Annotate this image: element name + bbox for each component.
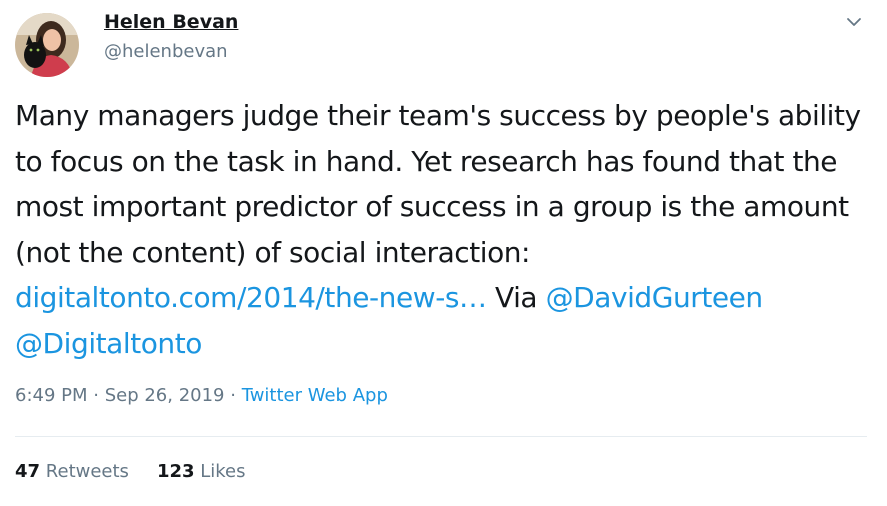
tweet-text-part: Many managers judge their team's success…	[15, 99, 861, 269]
tweet-date[interactable]: Sep 26, 2019	[105, 385, 225, 406]
separator: ·	[224, 385, 242, 406]
likes-stat[interactable]: 123 Likes	[157, 461, 246, 482]
avatar[interactable]	[15, 13, 79, 77]
author-name[interactable]: Helen Bevan	[104, 11, 238, 33]
tweet-text: Many managers judge their team's success…	[15, 93, 875, 366]
tweet-meta: 6:49 PM · Sep 26, 2019 · Twitter Web App	[15, 385, 388, 406]
more-options-button[interactable]	[843, 11, 865, 33]
mention-link[interactable]: @Digitaltonto	[15, 327, 202, 360]
mention-link[interactable]: @DavidGurteen	[546, 281, 764, 314]
likes-label: Likes	[200, 461, 246, 482]
tweet-stats: 47 Retweets 123 Likes	[15, 461, 246, 482]
separator: ·	[87, 385, 105, 406]
author-handle[interactable]: @helenbevan	[104, 41, 228, 62]
article-link[interactable]: digitaltonto.com/2014/the-new-s…	[15, 281, 487, 314]
likes-count: 123	[156, 461, 195, 482]
retweets-stat[interactable]: 47 Retweets	[15, 461, 129, 482]
retweets-label: Retweets	[45, 461, 129, 482]
retweets-count: 47	[15, 461, 41, 482]
tweet-source[interactable]: Twitter Web App	[242, 385, 388, 406]
tweet-text-part: Via	[486, 281, 546, 314]
tweet-card: Helen Bevan @helenbevan Many managers ju…	[0, 0, 887, 506]
tweet-time[interactable]: 6:49 PM	[15, 385, 88, 406]
divider	[15, 436, 867, 437]
chevron-down-icon	[847, 18, 861, 26]
